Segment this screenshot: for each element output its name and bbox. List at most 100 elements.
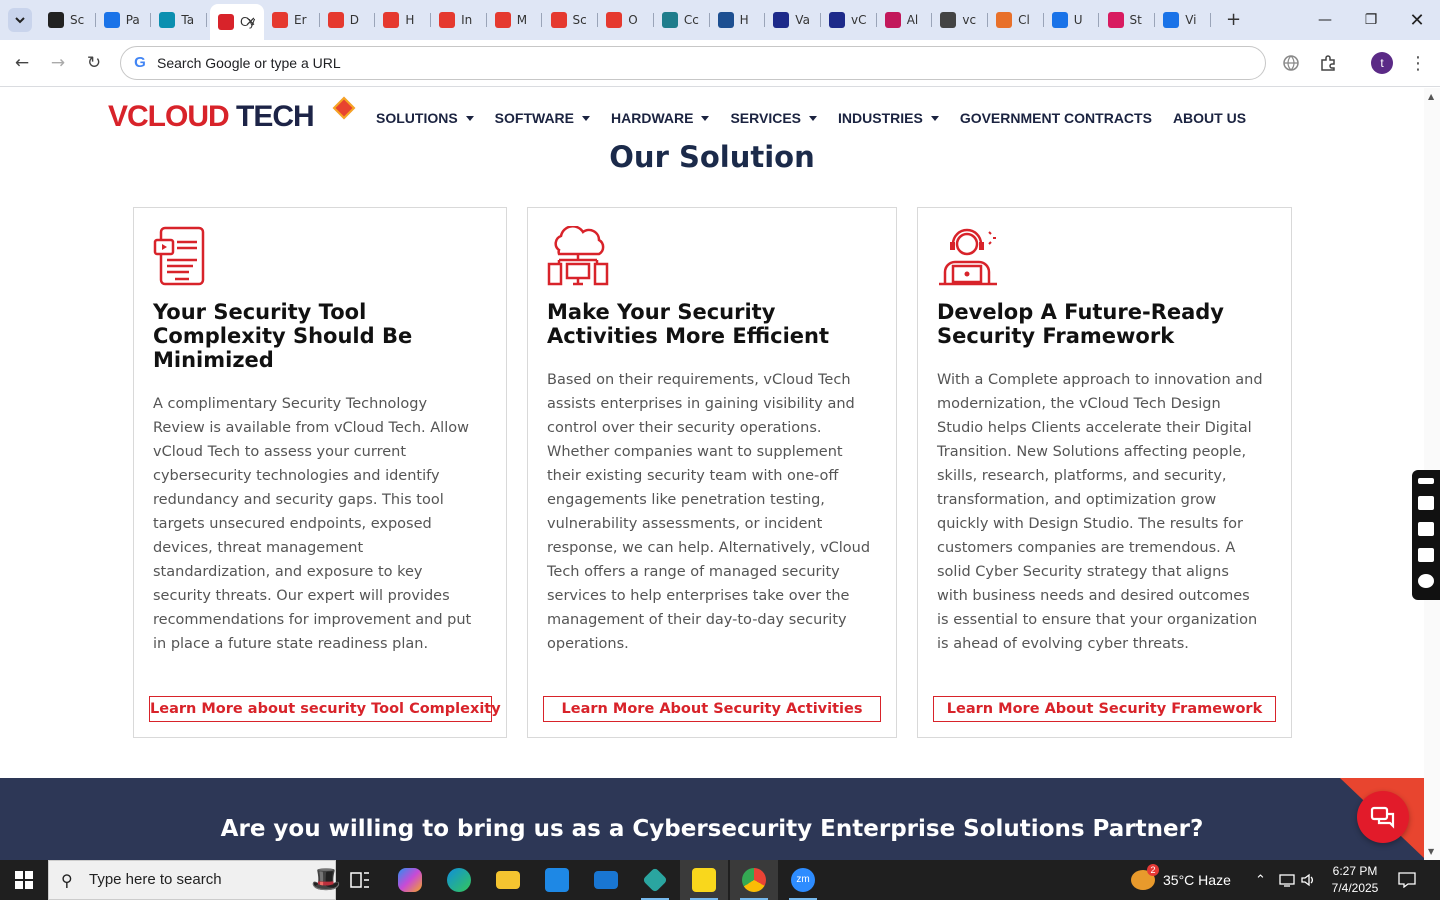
- browser-tab[interactable]: In: [431, 6, 487, 34]
- browser-tab[interactable]: D: [320, 6, 376, 34]
- tab-favicon-icon: [1163, 12, 1180, 28]
- tab-favicon-icon: [661, 12, 678, 28]
- browser-tab[interactable]: Er: [264, 6, 320, 34]
- nav-item-hardware[interactable]: HARDWARE: [611, 110, 710, 126]
- back-button[interactable]: ←: [9, 50, 35, 76]
- card-body-line: management of their day-to-day security: [547, 612, 847, 628]
- scroll-down-arrow-icon[interactable]: ▼: [1428, 847, 1434, 856]
- browser-tab[interactable]: Ta: [151, 6, 208, 34]
- section-title: Our Solution: [609, 140, 815, 174]
- browser-tab[interactable]: M: [487, 6, 543, 34]
- card-body-line: redundancy and security gaps. This tool: [153, 492, 444, 508]
- taskbar-search-input[interactable]: [89, 871, 269, 888]
- weather-text: 35°C Haze: [1163, 872, 1231, 888]
- notifications-icon[interactable]: [1398, 860, 1416, 900]
- browser-tab[interactable]: Cl: [988, 6, 1044, 34]
- nav-item-about-us[interactable]: ABOUT US: [1173, 110, 1246, 126]
- tab-favicon-icon: [48, 12, 64, 28]
- browser-tab[interactable]: vC: [821, 6, 877, 34]
- profile-avatar[interactable]: t: [1371, 52, 1393, 74]
- tab-title: M: [516, 13, 528, 27]
- learn-more-security-activities-button[interactable]: Learn More About Security Activities: [543, 696, 881, 722]
- edge-icon: [447, 868, 471, 892]
- taskbar-search[interactable]: ⚲ 🎩: [48, 860, 341, 900]
- browser-tab[interactable]: Va: [765, 6, 821, 34]
- learn-more-tool-complexity-button[interactable]: Learn More about security Tool Complexit…: [149, 696, 501, 722]
- tab-favicon-icon: [494, 12, 511, 28]
- card-body-line: Transition. New Solutions affecting peop…: [937, 444, 1247, 460]
- google-icon: G: [134, 54, 146, 71]
- browser-tab[interactable]: H: [375, 6, 432, 34]
- nav-item-solutions[interactable]: SOLUTIONS: [376, 110, 474, 126]
- taskbar-mail[interactable]: [582, 860, 630, 900]
- cloud-devices-icon: [547, 226, 609, 286]
- minimize-button[interactable]: —: [1302, 6, 1348, 34]
- menu-icon[interactable]: ⋮: [1406, 51, 1430, 75]
- site-logo[interactable]: VCLOUD TECH: [108, 96, 356, 134]
- logo-tech: TECH: [236, 100, 315, 133]
- tab-title: St: [1129, 13, 1142, 27]
- taskbar-sticky-notes[interactable]: [680, 860, 728, 900]
- taskbar-clock[interactable]: 6:27 PM 7/4/2025: [1326, 863, 1384, 897]
- chrome-icon: [742, 868, 766, 892]
- window-icon[interactable]: [1418, 548, 1434, 562]
- forward-button[interactable]: →: [45, 50, 71, 76]
- nav-item-services[interactable]: SERVICES: [730, 110, 818, 126]
- web-page: VCLOUD TECH SOLUTIONS SOFTWARE HARDWARE SER…: [0, 88, 1424, 860]
- browser-tab[interactable]: Sc: [543, 6, 599, 34]
- settings-gear-icon[interactable]: [1418, 574, 1434, 588]
- taskbar-file-explorer[interactable]: [484, 860, 532, 900]
- address-input[interactable]: [157, 53, 1157, 73]
- tab-title: Al: [906, 13, 919, 27]
- browser-tab[interactable]: vc: [932, 6, 989, 34]
- browser-tab[interactable]: Al: [877, 6, 933, 34]
- taskbar-store[interactable]: [533, 860, 581, 900]
- browser-tab[interactable]: Sc: [40, 6, 96, 34]
- zoom-icon: zm: [791, 868, 815, 892]
- support-agent-icon: [939, 228, 997, 286]
- browser-tab[interactable]: O: [598, 6, 654, 34]
- weather-widget[interactable]: 2 35°C Haze: [1131, 860, 1231, 900]
- translate-icon[interactable]: [1279, 51, 1303, 75]
- tab-favicon-icon: [550, 12, 567, 28]
- tab-close-icon[interactable]: ✕: [245, 15, 256, 30]
- card-body-line: recommendations for improvement and put: [153, 612, 472, 628]
- extensions-icon[interactable]: [1316, 51, 1340, 75]
- taskbar-copilot[interactable]: [386, 860, 434, 900]
- browser-tab[interactable]: Cc: [654, 6, 710, 34]
- drag-handle-icon[interactable]: [1418, 478, 1434, 484]
- task-view-button[interactable]: [336, 860, 384, 900]
- network-icon[interactable]: [1279, 860, 1295, 900]
- new-tab-button[interactable]: +: [1226, 10, 1241, 30]
- start-button[interactable]: [0, 860, 48, 900]
- address-bar[interactable]: G: [120, 46, 1266, 80]
- close-window-button[interactable]: ✕: [1394, 6, 1440, 34]
- volume-icon[interactable]: [1301, 860, 1317, 900]
- learn-more-security-framework-button[interactable]: Learn More About Security Framework: [933, 696, 1276, 722]
- nav-item-software[interactable]: SOFTWARE: [495, 110, 591, 126]
- browser-tab[interactable]: Pa: [96, 6, 152, 34]
- browser-tab[interactable]: H: [710, 6, 766, 34]
- card-body-line: With a Complete approach to innovation a…: [937, 372, 1263, 388]
- partner-banner: Are you willing to bring us as a Cyberse…: [0, 778, 1424, 860]
- show-hidden-icons[interactable]: ⌃: [1255, 860, 1266, 900]
- browser-tab[interactable]: Cy ✕: [210, 4, 264, 40]
- browser-tab[interactable]: U: [1044, 6, 1100, 34]
- maximize-button[interactable]: ❐: [1348, 6, 1394, 34]
- tab-search-button[interactable]: [8, 8, 32, 32]
- video-icon[interactable]: [1418, 522, 1434, 536]
- taskbar-zoom[interactable]: zm: [779, 860, 827, 900]
- taskbar-chrome[interactable]: [730, 860, 778, 900]
- taskbar-edge[interactable]: [435, 860, 483, 900]
- tab-title: D: [349, 13, 359, 27]
- browser-tab[interactable]: Vi: [1155, 6, 1211, 34]
- nav-item-industries[interactable]: INDUSTRIES: [838, 110, 939, 126]
- taskbar-app[interactable]: [631, 860, 679, 900]
- camera-icon[interactable]: [1418, 496, 1434, 510]
- scroll-up-arrow-icon[interactable]: ▲: [1428, 92, 1434, 101]
- browser-tab[interactable]: St: [1100, 6, 1156, 34]
- chat-button[interactable]: [1357, 791, 1409, 843]
- reload-button[interactable]: ↻: [81, 50, 107, 76]
- tab-favicon-icon: [383, 12, 400, 28]
- nav-item-government-contracts[interactable]: GOVERNMENT CONTRACTS: [960, 110, 1152, 126]
